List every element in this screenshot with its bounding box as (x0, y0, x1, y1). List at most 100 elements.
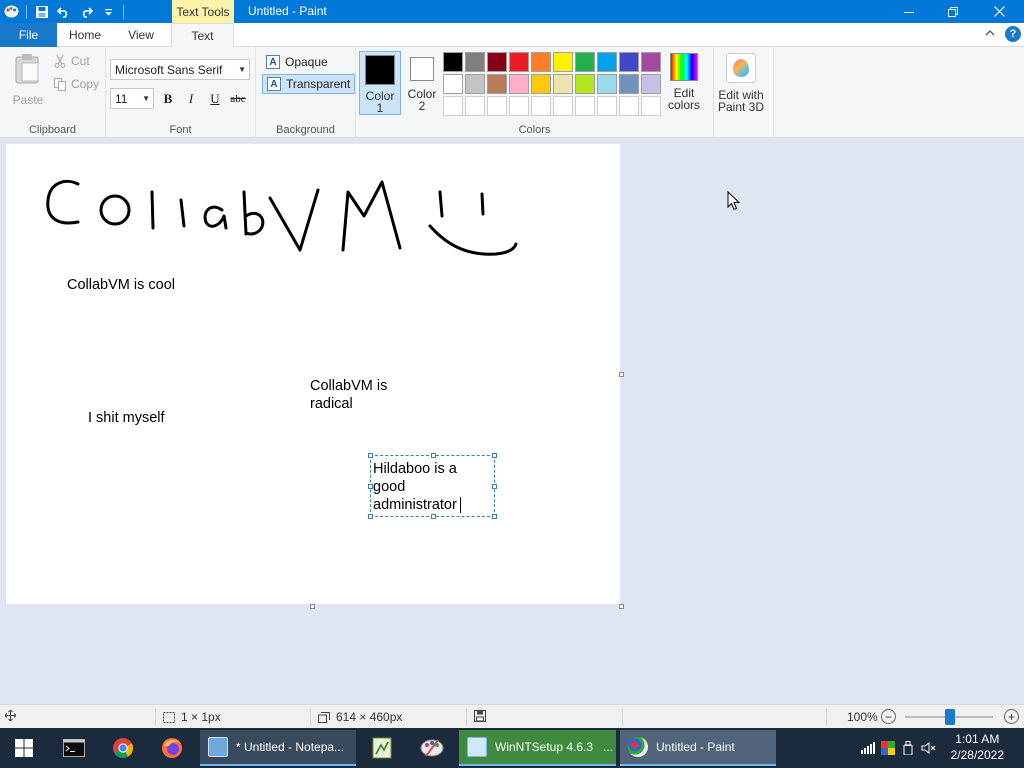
palette-swatch[interactable] (575, 52, 595, 72)
taskbar-firefox[interactable] (148, 728, 196, 768)
palette-swatch[interactable] (597, 74, 617, 94)
palette-swatch[interactable] (553, 74, 573, 94)
resize-handle[interactable] (368, 514, 373, 519)
palette-swatch[interactable] (487, 52, 507, 72)
palette-swatch[interactable] (487, 74, 507, 94)
canvas-workspace[interactable]: CollabVM is cool CollabVM is radical I s… (0, 138, 1024, 704)
canvas-resize-handle-right[interactable] (619, 372, 624, 377)
palette-swatch[interactable] (443, 52, 463, 72)
minimize-button[interactable] (886, 0, 932, 23)
copy-icon (54, 77, 66, 91)
underline-button[interactable]: U (205, 88, 225, 109)
tab-view[interactable]: View (116, 23, 166, 47)
paste-button[interactable]: Paste (8, 53, 48, 107)
paste-icon (15, 54, 39, 84)
winntsetup-icon (467, 737, 487, 757)
zoom-out-button[interactable]: − (881, 709, 896, 724)
palette-swatch[interactable] (641, 74, 661, 94)
canvas-resize-handle-corner[interactable] (619, 604, 624, 609)
palette-swatch[interactable] (619, 52, 639, 72)
help-icon[interactable]: ? (1005, 26, 1021, 42)
zoom-slider-thumb[interactable] (945, 709, 955, 725)
canvas-text-hildaboo[interactable]: Hildaboo is a good administrator (373, 460, 457, 514)
palette-swatch[interactable] (641, 96, 661, 116)
customize-qat-icon[interactable] (97, 0, 119, 23)
palette-swatch[interactable] (597, 96, 617, 116)
start-button[interactable] (0, 728, 48, 768)
palette-swatch[interactable] (465, 52, 485, 72)
palette-swatch[interactable] (509, 52, 529, 72)
usb-drive-icon[interactable] (898, 741, 918, 755)
taskbar-task-winntsetup[interactable]: WinNTSetup 4.6.3 ... (459, 730, 616, 766)
resize-handle[interactable] (431, 453, 436, 458)
palette-swatch[interactable] (487, 96, 507, 116)
tab-file[interactable]: File (0, 23, 57, 47)
status-bar: 1 × 1px 614 × 460px 100% − + (0, 704, 1024, 728)
palette-swatch[interactable] (575, 96, 595, 116)
palette-swatch[interactable] (531, 96, 551, 116)
undo-icon[interactable] (53, 0, 75, 23)
taskbar-app-green[interactable] (358, 728, 406, 768)
cut-button[interactable]: Cut (54, 54, 90, 68)
volume-muted-icon[interactable] (918, 742, 940, 754)
palette-swatch[interactable] (531, 52, 551, 72)
close-button[interactable] (976, 0, 1022, 23)
restore-button[interactable] (930, 0, 976, 23)
strikethrough-button[interactable]: abc (228, 88, 248, 109)
palette-swatch[interactable] (597, 52, 617, 72)
palette-swatch[interactable] (465, 96, 485, 116)
canvas-resize-handle-bottom[interactable] (310, 604, 315, 609)
opaque-label: Opaque (285, 55, 328, 69)
drawing-canvas[interactable]: CollabVM is cool CollabVM is radical I s… (6, 144, 620, 604)
palette-swatch[interactable] (553, 96, 573, 116)
taskbar-cmd[interactable] (50, 728, 98, 768)
palette-swatch[interactable] (575, 74, 595, 94)
taskbar-chrome[interactable] (99, 728, 147, 768)
resize-handle[interactable] (431, 514, 436, 519)
colorful-tray-app-icon[interactable] (878, 741, 898, 755)
redo-icon[interactable] (75, 0, 97, 23)
color2-button[interactable]: Color 2 (401, 51, 443, 115)
tab-home[interactable]: Home (60, 23, 110, 47)
palette-swatch[interactable] (619, 96, 639, 116)
resize-handle[interactable] (368, 453, 373, 458)
resize-handle[interactable] (492, 453, 497, 458)
font-family-value: Microsoft Sans Serif (115, 63, 223, 77)
font-size-select[interactable]: 11 ▼ (110, 88, 154, 109)
bold-button[interactable]: B (158, 88, 178, 109)
palette-swatch[interactable] (553, 52, 573, 72)
paint-app-icon[interactable] (0, 0, 22, 23)
palette-swatch[interactable] (443, 74, 463, 94)
color1-button[interactable]: Color 1 (359, 51, 401, 115)
transparent-button[interactable]: A Transparent (262, 74, 356, 94)
palette-swatch[interactable] (443, 96, 463, 116)
copy-button[interactable]: Copy (54, 77, 99, 91)
edit-colors-button[interactable]: Edit colors (665, 53, 703, 111)
collapse-ribbon-icon[interactable] (985, 27, 995, 41)
taskbar-task-paint[interactable]: Untitled - Paint (620, 730, 776, 766)
resize-handle[interactable] (492, 514, 497, 519)
color2-label-line2: 2 (418, 99, 426, 113)
clipboard-group: Paste Cut Copy Clipboard (0, 47, 106, 138)
network-icon[interactable] (858, 742, 878, 754)
edit-with-paint3d-button[interactable]: Edit with Paint 3D (716, 53, 766, 113)
palette-swatch[interactable] (531, 74, 551, 94)
active-text-box[interactable]: Hildaboo is a good administrator (368, 453, 497, 519)
palette-swatch[interactable] (509, 96, 529, 116)
zoom-in-button[interactable]: + (1004, 709, 1019, 724)
palette-swatch[interactable] (641, 52, 661, 72)
save-icon[interactable] (31, 0, 53, 23)
taskbar-paint-brush[interactable] (408, 728, 456, 768)
resize-handle[interactable] (492, 484, 497, 489)
taskbar-task-notepad[interactable]: * Untitled - Notepa... (200, 730, 356, 766)
clipboard-group-label: Clipboard (28, 124, 77, 136)
palette-swatch[interactable] (619, 74, 639, 94)
system-clock[interactable]: 1:01 AM 2/28/2022 (951, 731, 1004, 763)
chrome-icon (113, 738, 134, 759)
palette-swatch[interactable] (509, 74, 529, 94)
tab-text[interactable]: Text (171, 23, 234, 48)
font-family-select[interactable]: Microsoft Sans Serif ▼ (110, 59, 250, 80)
opaque-button[interactable]: A Opaque (262, 52, 332, 72)
italic-button[interactable]: I (181, 88, 201, 109)
palette-swatch[interactable] (465, 74, 485, 94)
